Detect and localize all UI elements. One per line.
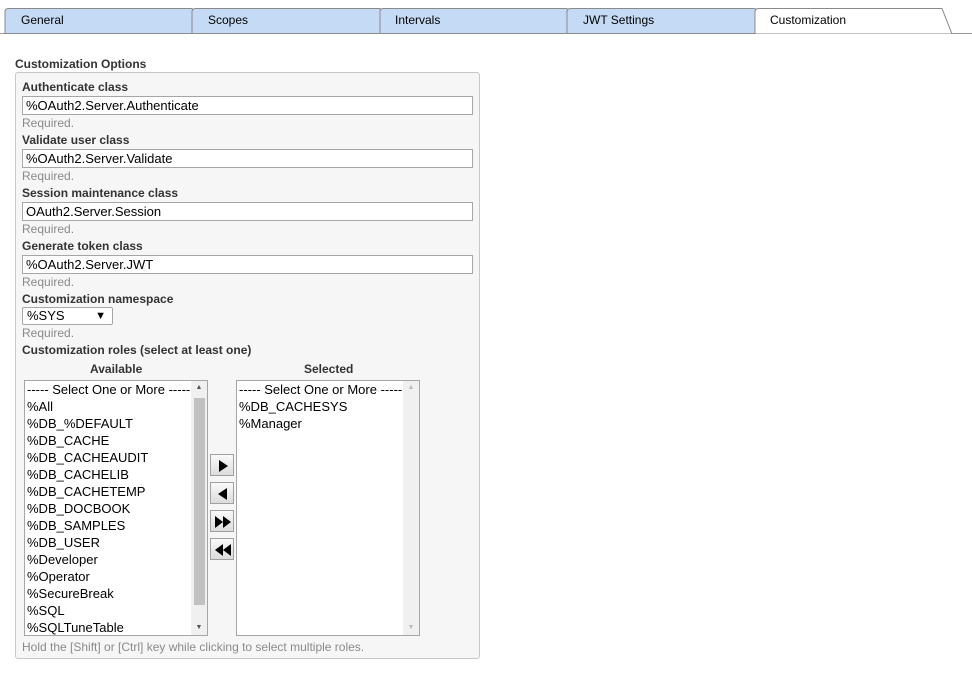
role-option[interactable]: %SQLTuneTable [25,619,207,635]
role-option[interactable]: %Operator [25,568,207,585]
tab-general-label: General [21,13,64,27]
dropdown-arrow-icon: ▼ [95,310,106,322]
selected-roles-list[interactable]: ----- Select One or More ----- %DB_CACHES… [236,380,420,636]
tab-intervals-label: Intervals [395,13,441,27]
roles-footnote: Hold the [Shift] or [Ctrl] key while cli… [22,640,365,654]
arrow-left-icon [218,488,227,500]
section-title: Customization Options [15,57,147,71]
customization-roles-label: Customization roles (select at least one… [22,343,252,357]
role-option[interactable]: %DB_CACHE [25,432,207,449]
validate-user-class-label: Validate user class [22,133,130,147]
authenticate-class-hint: Required. [22,116,75,130]
role-option[interactable]: %All [25,398,207,415]
generate-token-class-input[interactable]: %OAuth2.Server.JWT [22,255,473,274]
validate-user-class-hint: Required. [22,169,75,183]
customization-namespace-hint: Required. [22,326,75,340]
session-maintenance-class-label: Session maintenance class [22,186,179,200]
role-option[interactable]: %Developer [25,551,207,568]
role-option[interactable]: %DB_CACHESYS [237,398,419,415]
generate-token-class-label: Generate token class [22,239,143,253]
tab-intervals[interactable]: Intervals [380,8,567,34]
customization-namespace-label: Customization namespace [22,292,174,306]
move-left-button[interactable] [210,482,234,504]
move-right-button[interactable] [210,454,234,476]
scroll-up-icon[interactable]: ▲ [403,381,419,395]
scroll-thumb[interactable] [194,398,205,605]
scroll-up-icon[interactable]: ▲ [191,381,207,395]
scroll-down-icon[interactable]: ▼ [403,621,419,635]
role-option[interactable]: %DB_CACHELIB [25,466,207,483]
tab-customization[interactable]: Customization [755,8,945,34]
session-maintenance-class-hint: Required. [22,222,75,236]
available-roles-scrollbar[interactable]: ▲ ▼ [191,381,207,635]
customization-namespace-value: %SYS [27,308,65,323]
tab-jwt-settings-label: JWT Settings [583,13,655,27]
generate-token-class-hint: Required. [22,275,75,289]
tab-scopes-label: Scopes [208,13,249,27]
arrow-right-icon [219,460,228,472]
role-option[interactable]: %DB_%DEFAULT [25,415,207,432]
tab-jwt-settings[interactable]: JWT Settings [567,8,755,34]
tab-scopes[interactable]: Scopes [192,8,380,34]
role-option[interactable]: %DB_CACHEAUDIT [25,449,207,466]
role-option[interactable]: %SQL [25,602,207,619]
authenticate-class-input[interactable]: %OAuth2.Server.Authenticate [22,96,473,115]
selected-roles-items: ----- Select One or More ----- %DB_CACHES… [237,381,419,432]
double-arrow-right-icon [215,516,231,528]
scroll-down-icon[interactable]: ▼ [191,621,207,635]
double-arrow-left-icon [215,544,231,556]
validate-user-class-input[interactable]: %OAuth2.Server.Validate [22,149,473,168]
role-option[interactable]: %DB_DOCBOOK [25,500,207,517]
list-placeholder-option[interactable]: ----- Select One or More ----- [237,381,419,398]
tab-customization-label: Customization [770,13,847,27]
selected-roles-scrollbar[interactable]: ▲ ▼ [403,381,419,635]
tab-bar: General Scopes Intervals JWT Settings Cu… [0,0,972,34]
available-roles-items: ----- Select One or More ----- %All %DB_%D… [25,381,207,635]
available-roles-heading: Available [90,362,143,376]
role-option[interactable]: %Manager [237,415,419,432]
authenticate-class-label: Authenticate class [22,80,129,94]
selected-roles-heading: Selected [304,362,354,376]
customization-namespace-select[interactable]: %SYS ▼ [22,307,113,325]
available-roles-list[interactable]: ----- Select One or More ----- %All %DB_%D… [24,380,208,636]
move-all-left-button[interactable] [210,538,234,560]
role-option[interactable]: %DB_SAMPLES [25,517,207,534]
session-maintenance-class-input[interactable]: OAuth2.Server.Session [22,202,473,221]
role-option[interactable]: %DB_USER [25,534,207,551]
move-all-right-button[interactable] [210,510,234,532]
role-option[interactable]: %SecureBreak [25,585,207,602]
role-option[interactable]: %DB_CACHETEMP [25,483,207,500]
tab-general[interactable]: General [5,8,192,34]
list-placeholder-option[interactable]: ----- Select One or More ----- [25,381,207,398]
